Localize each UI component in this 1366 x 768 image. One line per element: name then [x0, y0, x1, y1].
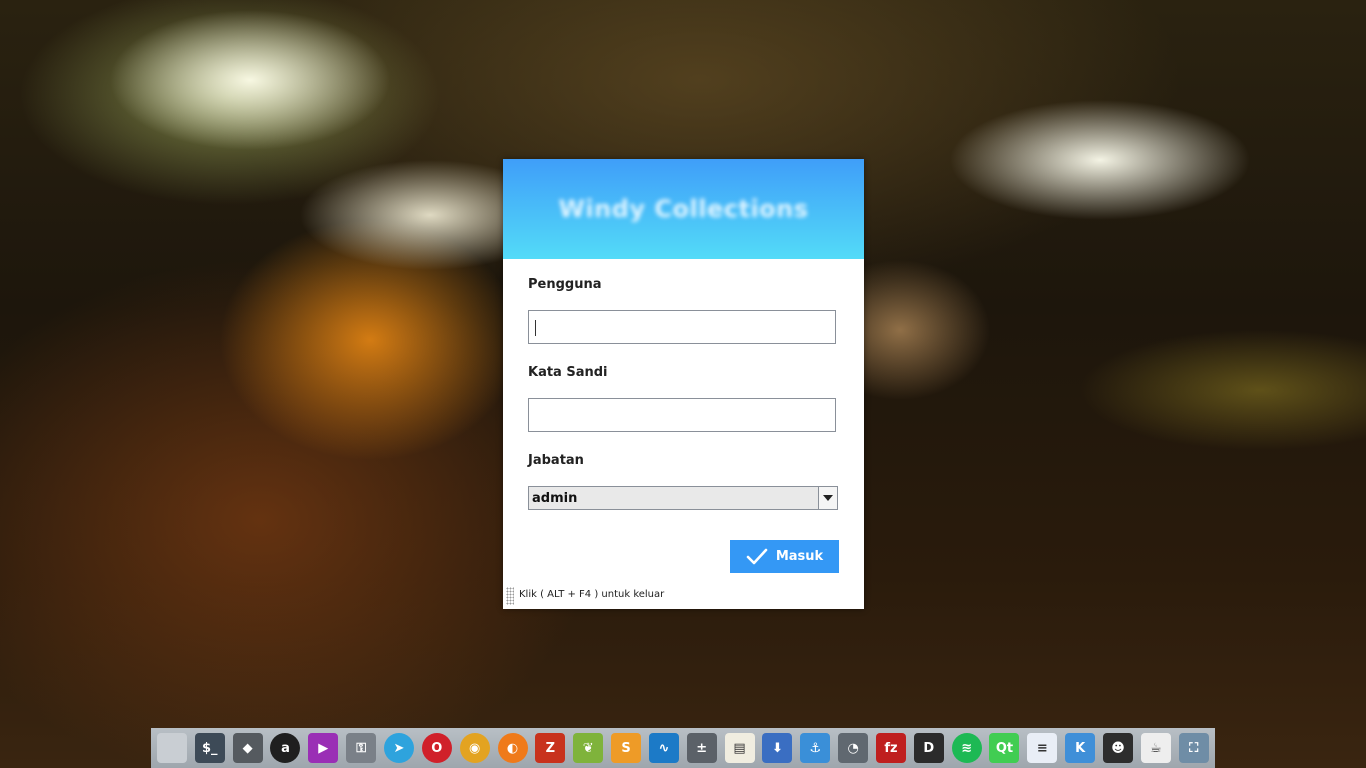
qt-glyph: Qt [995, 740, 1014, 756]
username-input[interactable] [528, 310, 836, 344]
firefox-glyph: ◐ [506, 740, 519, 756]
exit-hint: Klik ( ALT + F4 ) untuk keluar [519, 589, 665, 600]
terminal-icon[interactable]: $_ [194, 733, 225, 763]
media-player-icon[interactable]: ▶ [308, 733, 339, 763]
hacker-icon[interactable]: ☻ [1103, 733, 1134, 763]
hacker-glyph: ☻ [1111, 740, 1125, 756]
amazon-glyph: a [281, 740, 290, 756]
key-icon[interactable]: ⚿ [346, 733, 377, 763]
resize-grip-icon [506, 587, 514, 605]
login-button-label: Masuk [775, 549, 824, 564]
download-icon[interactable]: ⬇ [762, 733, 793, 763]
java-icon[interactable]: ☕ [1140, 733, 1171, 763]
dock: $_ ◆ a ▶ ⚿ ➤ O ◉ ◐ Z ❦ S ∿ ± ▤ ⬇ ⚓ ◔ fz D ≋ Qt ≡ K ☻ ☕ ⛶ [151, 728, 1215, 768]
filezilla-z-icon[interactable]: Z [535, 733, 566, 763]
download-glyph: ⬇ [771, 740, 783, 756]
amazon-icon[interactable]: a [270, 733, 301, 763]
leaf-glyph: ❦ [582, 740, 594, 756]
telegram-icon[interactable]: ➤ [383, 733, 414, 763]
chrome-icon[interactable]: ◉ [459, 733, 490, 763]
document-glyph: ≡ [1036, 740, 1048, 756]
document-icon[interactable]: ≡ [1027, 733, 1058, 763]
role-label: Jabatan [528, 453, 584, 468]
chrome-glyph: ◉ [469, 740, 481, 756]
filezilla-icon[interactable]: fz [875, 733, 906, 763]
key-glyph: ⚿ [356, 740, 367, 756]
screenshot-glyph: ⛶ [1189, 740, 1199, 756]
spotify-glyph: ≋ [961, 740, 973, 756]
password-label: Kata Sandi [528, 365, 608, 380]
calculator-glyph: ± [696, 740, 708, 756]
role-select[interactable]: admin [528, 486, 838, 510]
role-select-value: admin [532, 490, 578, 506]
login-dialog: Windy Collections Pengguna Kata Sandi Ja… [503, 159, 864, 609]
kbbi-icon[interactable]: K [1065, 733, 1096, 763]
media-player-glyph: ▶ [318, 740, 329, 756]
dialog-header: Windy Collections [503, 159, 864, 259]
anchor-glyph: ⚓ [809, 740, 822, 756]
chevron-down-icon[interactable] [818, 487, 837, 509]
notes-icon[interactable]: ▤ [724, 733, 755, 763]
java-glyph: ☕ [1150, 740, 1162, 756]
disk-glyph: ◔ [847, 740, 859, 756]
inkscape-icon[interactable]: ◆ [232, 733, 263, 763]
login-button[interactable]: Masuk [730, 540, 839, 573]
terminal-glyph: $_ [201, 740, 218, 756]
checkmark-icon [746, 548, 768, 564]
spotify-icon[interactable]: ≋ [951, 733, 982, 763]
screenshot-icon[interactable]: ⛶ [1178, 733, 1209, 763]
dev-glyph: D [923, 740, 935, 756]
firefox-icon[interactable]: ◐ [497, 733, 528, 763]
monitor-icon[interactable]: ∿ [648, 733, 679, 763]
files-icon[interactable] [156, 733, 187, 763]
dialog-title: Windy Collections [558, 195, 809, 223]
disk-icon[interactable]: ◔ [838, 733, 869, 763]
inkscape-glyph: ◆ [242, 740, 253, 756]
filezilla-z-glyph: Z [545, 740, 556, 756]
leaf-icon[interactable]: ❦ [573, 733, 604, 763]
username-label: Pengguna [528, 277, 602, 292]
dev-icon[interactable]: D [913, 733, 944, 763]
sublime-icon[interactable]: S [611, 733, 642, 763]
anchor-icon[interactable]: ⚓ [800, 733, 831, 763]
telegram-glyph: ➤ [393, 740, 405, 756]
opera-glyph: O [431, 740, 443, 756]
sublime-glyph: S [621, 740, 631, 756]
qt-icon[interactable]: Qt [989, 733, 1020, 763]
opera-icon[interactable]: O [421, 733, 452, 763]
notes-glyph: ▤ [733, 740, 746, 756]
filezilla-glyph: fz [884, 740, 898, 756]
monitor-glyph: ∿ [658, 740, 670, 756]
password-input[interactable] [528, 398, 836, 432]
kbbi-glyph: K [1075, 740, 1086, 756]
text-caret [535, 320, 536, 336]
calculator-icon[interactable]: ± [686, 733, 717, 763]
